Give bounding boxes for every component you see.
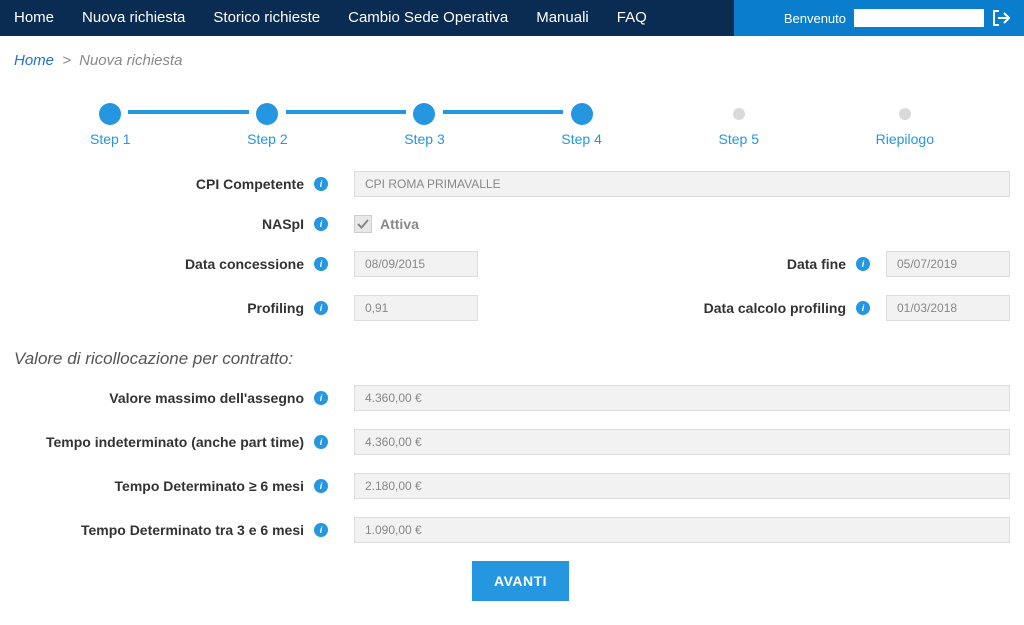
user-name-box [854,9,984,27]
label-tempo-indeterminato-text: Tempo indeterminato (anche part time) [46,434,304,450]
step-1-circle [99,103,121,125]
connector-4-5 [600,110,721,114]
nav-right: Benvenuto [734,0,1024,36]
info-icon[interactable] [314,301,328,315]
row-naspi: NASpI Attiva [14,215,1010,233]
label-tempo-det-3-6-text: Tempo Determinato tra 3 e 6 mesi [81,522,304,538]
avanti-button[interactable]: AVANTI [472,561,569,601]
data-calcolo-profiling-field: 01/03/2018 [886,295,1010,321]
naspi-checkbox[interactable] [354,215,372,233]
label-cpi-text: CPI Competente [196,176,304,192]
label-naspi: NASpI [14,216,354,232]
tempo-indeterminato-field: 4.360,00 € [354,429,1010,455]
info-icon[interactable] [314,435,328,449]
label-valore-massimo-text: Valore massimo dell'assegno [109,390,304,406]
form-area: CPI Competente CPI ROMA PRIMAVALLE NASpI… [0,171,1024,625]
nav-nuova-richiesta[interactable]: Nuova richiesta [68,0,199,36]
label-valore-massimo: Valore massimo dell'assegno [14,390,354,406]
row-cpi: CPI Competente CPI ROMA PRIMAVALLE [14,171,1010,197]
info-icon[interactable] [314,391,328,405]
welcome-label: Benvenuto [784,11,846,26]
connector-2-3 [286,110,407,114]
label-tempo-det-6-text: Tempo Determinato ≥ 6 mesi [115,478,304,494]
step-4-circle [571,103,593,125]
row-profiling: Profiling 0,91 Data calcolo profiling 01… [14,295,1010,321]
info-icon[interactable] [856,257,870,271]
step-riepilogo-circle [899,108,911,120]
row-tempo-indeterminato: Tempo indeterminato (anche part time) 4.… [14,429,1010,455]
nav-manuali[interactable]: Manuali [522,0,603,36]
row-tempo-det-3-6: Tempo Determinato tra 3 e 6 mesi 1.090,0… [14,517,1010,543]
info-icon[interactable] [314,523,328,537]
tempo-det-3-6-field: 1.090,00 € [354,517,1010,543]
naspi-checkbox-row: Attiva [354,215,419,233]
label-data-concessione: Data concessione [14,256,354,272]
breadcrumb-home[interactable]: Home [14,52,54,69]
label-data-concessione-text: Data concessione [185,256,304,272]
breadcrumb-separator: > [62,52,71,69]
row-valore-massimo: Valore massimo dell'assegno 4.360,00 € [14,385,1010,411]
cpi-field: CPI ROMA PRIMAVALLE [354,171,1010,197]
stepper: Step 1 Step 2 Step 3 Step 4 Step 5 Riepi… [90,103,934,147]
row-tempo-det-6: Tempo Determinato ≥ 6 mesi 2.180,00 € [14,473,1010,499]
breadcrumb: Home > Nuova richiesta [0,36,1024,75]
breadcrumb-current: Nuova richiesta [79,52,182,69]
step-riepilogo[interactable]: Riepilogo [876,103,934,147]
connector-1-2 [128,110,249,114]
step-2-label: Step 2 [247,131,287,147]
label-data-calcolo-profiling-text: Data calcolo profiling [704,300,846,316]
label-tempo-det-3-6: Tempo Determinato tra 3 e 6 mesi [14,522,354,538]
step-3-circle [413,103,435,125]
info-icon[interactable] [314,177,328,191]
row-date: Data concessione 08/09/2015 Data fine 05… [14,251,1010,277]
label-data-fine-text: Data fine [787,256,846,272]
connector-5-6 [757,110,878,114]
step-1[interactable]: Step 1 [90,103,130,147]
tempo-det-6-field: 2.180,00 € [354,473,1010,499]
naspi-checkbox-label: Attiva [380,216,419,232]
nav-faq[interactable]: FAQ [603,0,661,36]
label-naspi-text: NASpI [262,216,304,232]
connector-3-4 [443,110,564,114]
data-concessione-field: 08/09/2015 [354,251,478,277]
step-2[interactable]: Step 2 [247,103,287,147]
nav-items: Home Nuova richiesta Storico richieste C… [0,0,734,36]
profiling-field: 0,91 [354,295,478,321]
step-3[interactable]: Step 3 [404,103,444,147]
step-2-circle [256,103,278,125]
label-cpi: CPI Competente [14,176,354,192]
top-navbar: Home Nuova richiesta Storico richieste C… [0,0,1024,36]
nav-cambio-sede[interactable]: Cambio Sede Operativa [334,0,522,36]
info-icon[interactable] [314,479,328,493]
step-riepilogo-label: Riepilogo [876,131,934,147]
logout-icon[interactable] [992,9,1012,27]
step-4[interactable]: Step 4 [561,103,601,147]
step-4-label: Step 4 [561,131,601,147]
label-tempo-indeterminato: Tempo indeterminato (anche part time) [14,434,354,450]
info-icon[interactable] [856,301,870,315]
label-tempo-det-6: Tempo Determinato ≥ 6 mesi [14,478,354,494]
info-icon[interactable] [314,217,328,231]
info-icon[interactable] [314,257,328,271]
step-5-label: Step 5 [719,131,759,147]
step-5-circle [733,108,745,120]
section-title-valore: Valore di ricollocazione per contratto: [14,349,1010,369]
nav-storico-richieste[interactable]: Storico richieste [199,0,334,36]
label-profiling-text: Profiling [247,300,304,316]
data-fine-field: 05/07/2019 [886,251,1010,277]
step-5[interactable]: Step 5 [719,103,759,147]
step-1-label: Step 1 [90,131,130,147]
nav-home[interactable]: Home [0,0,68,36]
label-profiling: Profiling [14,300,354,316]
valore-massimo-field: 4.360,00 € [354,385,1010,411]
label-data-calcolo-profiling: Data calcolo profiling [626,300,886,316]
label-data-fine: Data fine [626,256,886,272]
step-3-label: Step 3 [404,131,444,147]
